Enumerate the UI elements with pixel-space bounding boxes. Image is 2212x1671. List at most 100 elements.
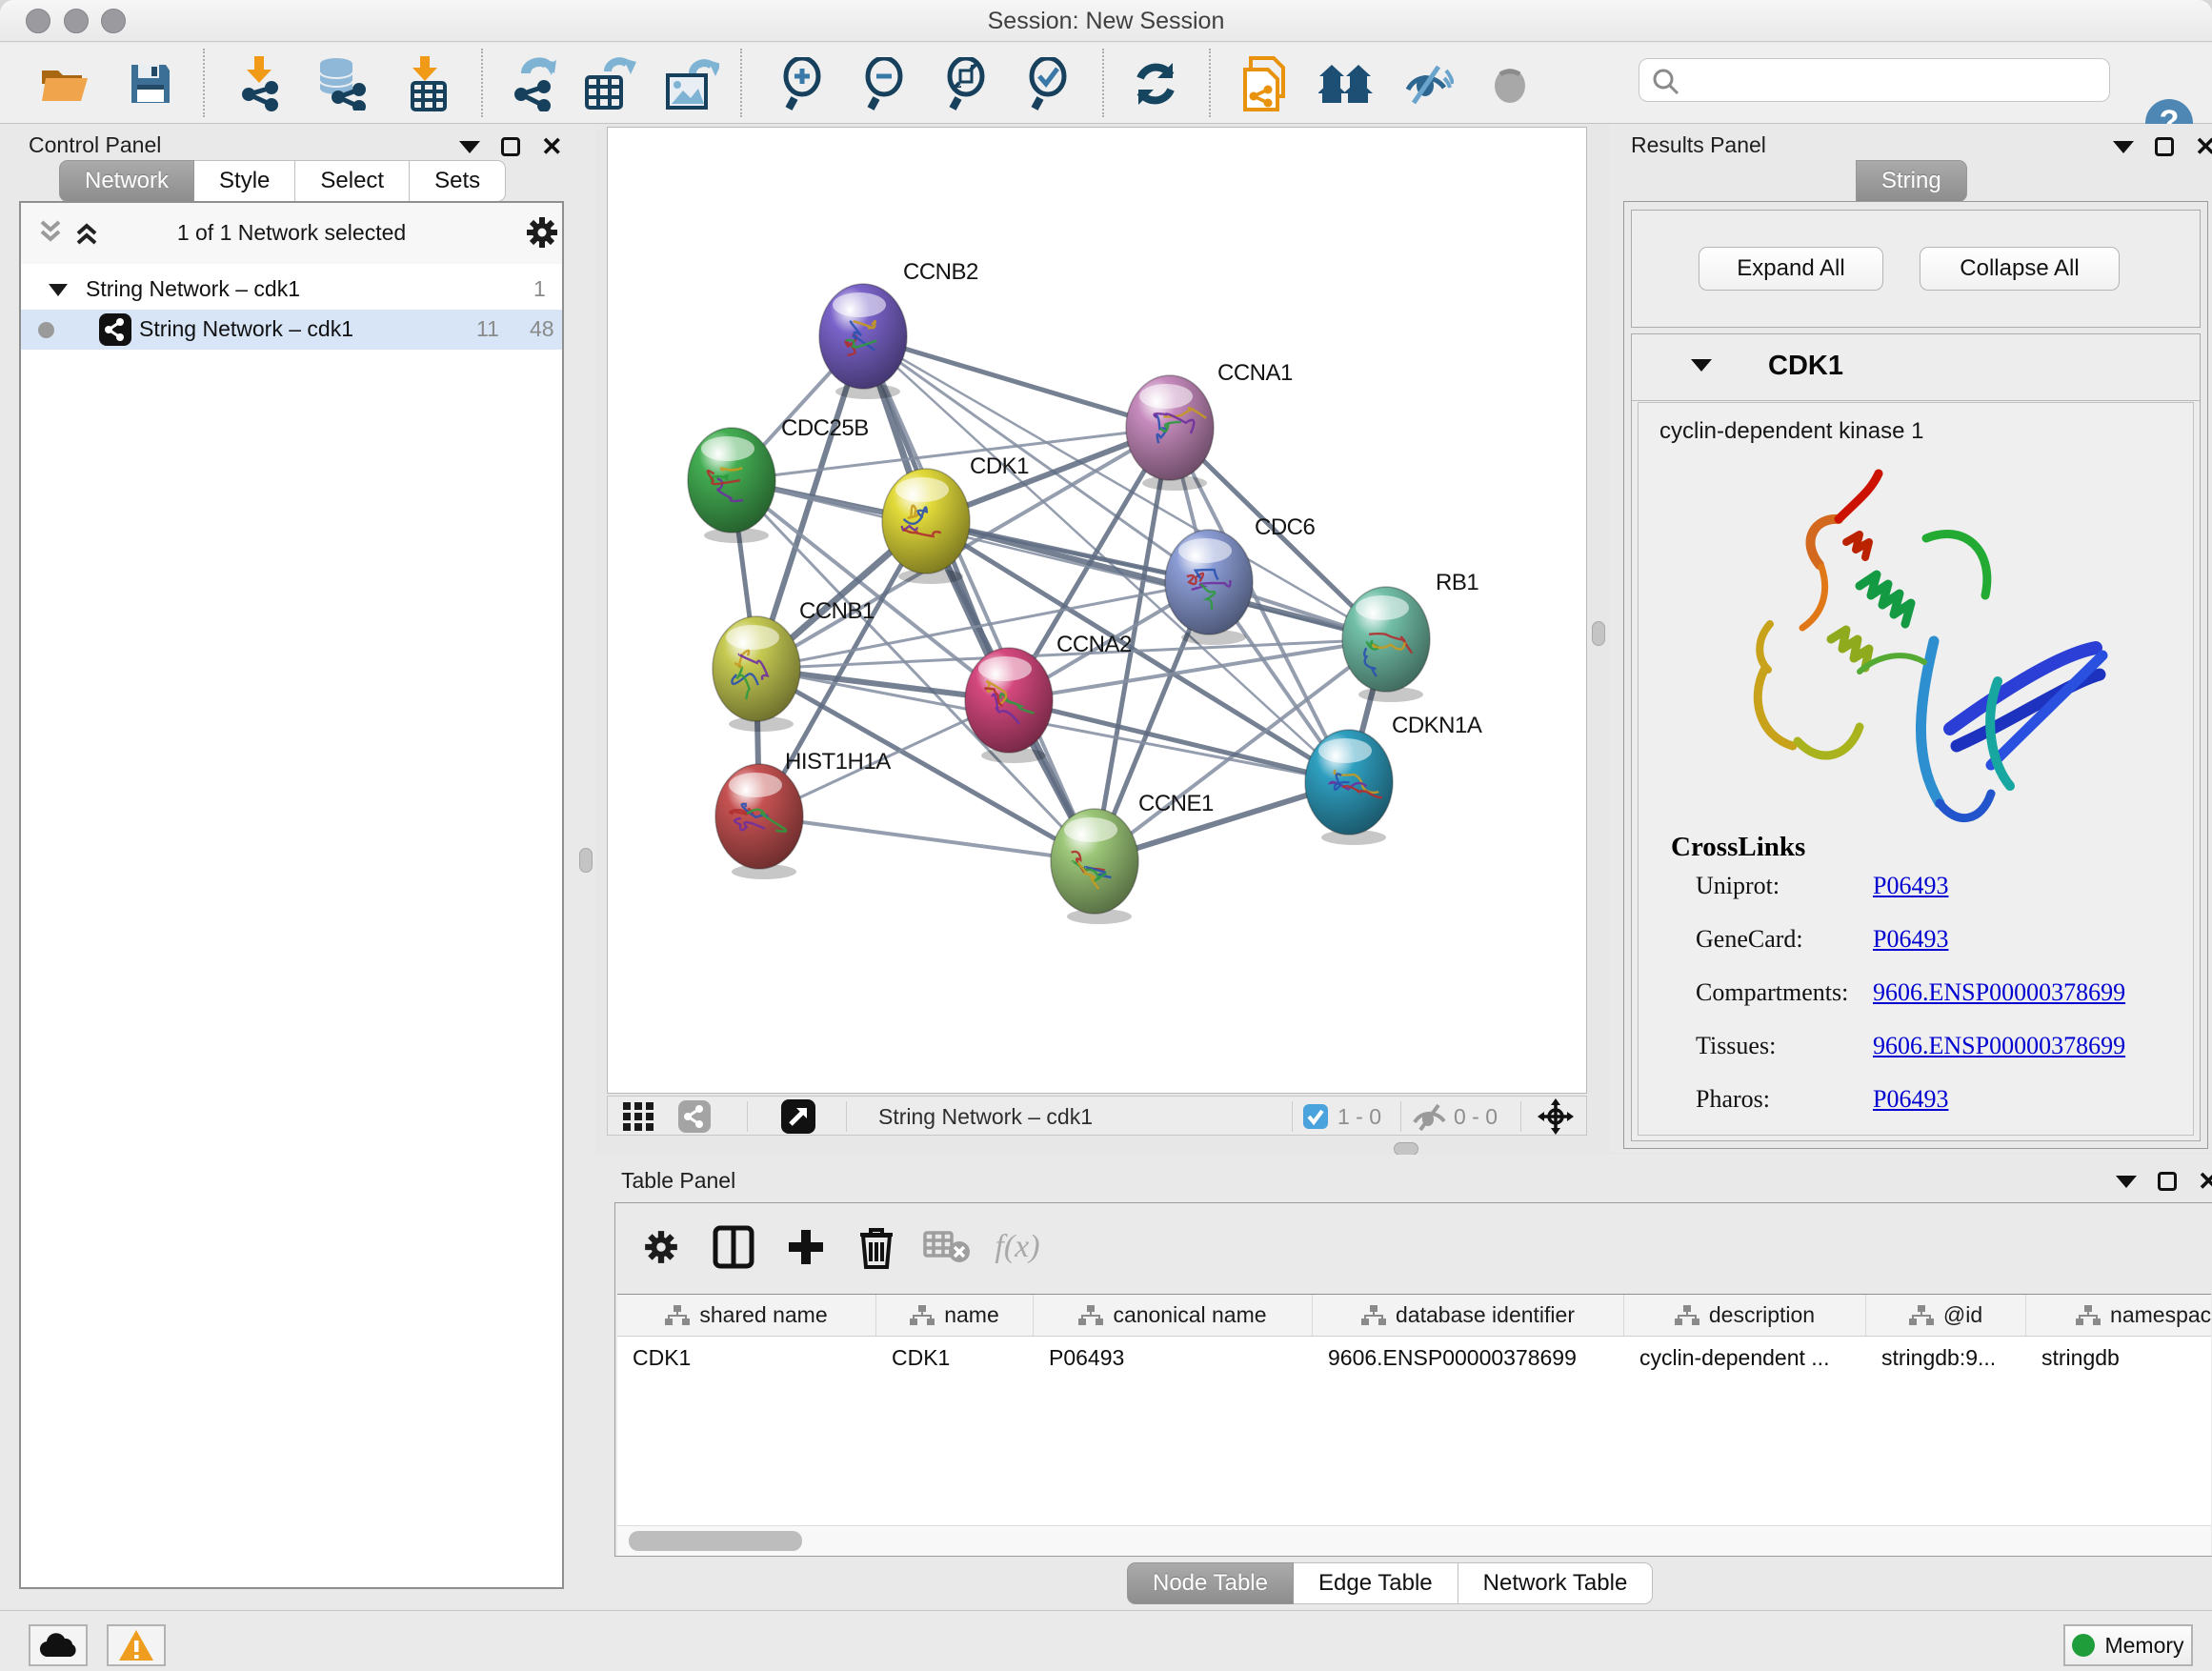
tab-string[interactable]: String <box>1856 160 1967 202</box>
save-session-icon[interactable] <box>120 56 181 111</box>
tab-network[interactable]: Network <box>59 160 194 202</box>
network-node-HIST1H1A[interactable]: HIST1H1A <box>715 749 891 879</box>
open-session-icon[interactable] <box>34 56 95 111</box>
column-header-shared-name[interactable]: shared name <box>617 1295 876 1336</box>
delete-table-icon[interactable] <box>918 1218 975 1276</box>
tab-edge-table[interactable]: Edge Table <box>1294 1562 1458 1604</box>
memory-label: Memory <box>2104 1633 2183 1659</box>
column-header-description[interactable]: description <box>1624 1295 1866 1336</box>
gear-icon[interactable] <box>633 1218 690 1276</box>
network-edge[interactable] <box>926 521 1386 639</box>
network-edge[interactable] <box>863 336 1170 428</box>
network-node-CCNB2[interactable]: CCNB2 <box>819 259 978 399</box>
search-input[interactable] <box>1691 63 2101 97</box>
zoom-selected-icon[interactable] <box>1018 56 1079 111</box>
node-label: CCNA2 <box>1056 632 1132 657</box>
table-cell[interactable]: stringdb:9... <box>1866 1337 2026 1379</box>
eye-slash-icon[interactable] <box>1412 1103 1448 1132</box>
import-network-file-icon[interactable] <box>229 56 290 111</box>
network-node-RB1[interactable]: RB1 <box>1342 570 1478 702</box>
column-header--id[interactable]: @id <box>1866 1295 2026 1336</box>
birdseye-icon[interactable] <box>781 1099 815 1134</box>
results-panel-title: Results Panel <box>1631 132 1766 158</box>
crosslink-link[interactable]: 9606.ENSP00000378699 <box>1873 978 2125 1007</box>
splitter-handle[interactable] <box>579 848 593 873</box>
panel-close-icon[interactable]: ✕ <box>2195 137 2212 156</box>
gene-panel-header[interactable]: CDK1 <box>1632 334 2200 401</box>
grid-icon[interactable] <box>623 1102 663 1131</box>
network-row[interactable]: String Network – cdk1 11 48 <box>21 310 562 350</box>
column-header-namespace[interactable]: namespace <box>2026 1295 2211 1336</box>
network-view[interactable]: CCNB2CCNA1CDC25BCDK1CDC6RB1CCNB1CCNA2CDK… <box>607 127 1587 1094</box>
table-cell[interactable]: CDK1 <box>876 1337 1034 1379</box>
table-cell[interactable]: stringdb <box>2026 1337 2211 1379</box>
panel-menu-icon[interactable] <box>2116 1176 2137 1188</box>
tab-select[interactable]: Select <box>295 160 410 202</box>
splitter-handle[interactable] <box>1592 621 1605 646</box>
network-node-CDC25B[interactable]: CDC25B <box>688 415 869 543</box>
eye-icon[interactable] <box>1479 56 1540 111</box>
table-cell[interactable]: cyclin-dependent ... <box>1624 1337 1866 1379</box>
import-network-database-icon[interactable] <box>311 56 372 111</box>
panel-close-icon[interactable]: ✕ <box>541 137 563 156</box>
crosslink-link[interactable]: 9606.ENSP00000378699 <box>1873 1032 2125 1060</box>
panel-float-icon[interactable] <box>501 137 520 156</box>
panel-menu-icon[interactable] <box>2113 141 2134 153</box>
export-table-icon[interactable] <box>579 56 640 111</box>
network-list-toolbar: 1 of 1 Network selected <box>21 203 562 264</box>
panel-menu-icon[interactable] <box>459 141 480 153</box>
zoom-out-icon[interactable] <box>855 56 915 111</box>
panel-float-icon[interactable] <box>2158 1172 2177 1191</box>
table-cell[interactable]: P06493 <box>1034 1337 1313 1379</box>
zoom-in-icon[interactable] <box>773 56 834 111</box>
crosslink-link[interactable]: P06493 <box>1873 872 1948 900</box>
network-node-CCNE1[interactable]: CCNE1 <box>1051 791 1214 924</box>
table-body: CDK1CDK1P064939606.ENSP00000378699cyclin… <box>617 1337 2211 1379</box>
network-edge[interactable] <box>759 816 1095 861</box>
eye-slash-icon[interactable] <box>1398 56 1458 111</box>
tab-node-table[interactable]: Node Table <box>1127 1562 1294 1604</box>
warning-button[interactable] <box>107 1624 166 1666</box>
network-node-CCNA1[interactable]: CCNA1 <box>1126 360 1293 491</box>
add-icon[interactable] <box>777 1218 835 1276</box>
export-network-icon[interactable] <box>505 56 566 111</box>
houses-icon[interactable] <box>1316 56 1377 111</box>
share-icon[interactable] <box>678 1100 711 1133</box>
node-label: CDKN1A <box>1392 713 1482 738</box>
gear-icon[interactable] <box>524 214 560 251</box>
network-collection-row[interactable]: String Network – cdk1 1 <box>21 270 562 310</box>
panel-close-icon[interactable]: ✕ <box>2198 1172 2212 1191</box>
panel-float-icon[interactable] <box>2155 137 2174 156</box>
crosslink-link[interactable]: P06493 <box>1873 1085 1948 1114</box>
checkbox-icon[interactable] <box>1303 1104 1328 1129</box>
splitter-handle[interactable] <box>1394 1142 1418 1156</box>
expand-all-button[interactable]: Expand All <box>1699 247 1883 291</box>
table-row[interactable]: CDK1CDK1P064939606.ENSP00000378699cyclin… <box>617 1337 2211 1379</box>
collapse-arrow-icon[interactable] <box>1691 359 1712 372</box>
network-node-CDKN1A[interactable]: CDKN1A <box>1305 713 1482 845</box>
column-header-canonical-name[interactable]: canonical name <box>1034 1295 1313 1336</box>
tab-network-table[interactable]: Network Table <box>1458 1562 1654 1604</box>
table-cell[interactable]: CDK1 <box>617 1337 876 1379</box>
column-header-name[interactable]: name <box>876 1295 1034 1336</box>
memory-button[interactable]: Memory <box>2063 1624 2193 1666</box>
move-crosshair-icon[interactable] <box>1538 1098 1574 1135</box>
horizontal-scrollbar[interactable] <box>617 1525 2211 1556</box>
table-cell[interactable]: 9606.ENSP00000378699 <box>1313 1337 1624 1379</box>
crosslink-link[interactable]: P06493 <box>1873 925 1948 954</box>
cloud-button[interactable] <box>29 1624 88 1666</box>
collapse-all-button[interactable]: Collapse All <box>1920 247 2120 291</box>
columns-icon[interactable] <box>705 1218 762 1276</box>
network-edge[interactable] <box>863 336 1095 861</box>
tab-sets[interactable]: Sets <box>410 160 506 202</box>
import-table-icon[interactable] <box>396 56 457 111</box>
tab-style[interactable]: Style <box>194 160 295 202</box>
trash-icon[interactable] <box>848 1218 905 1276</box>
zoom-fit-icon[interactable] <box>936 56 997 111</box>
export-image-icon[interactable] <box>661 56 722 111</box>
column-header-database-identifier[interactable]: database identifier <box>1313 1295 1624 1336</box>
scrollbar-thumb[interactable] <box>629 1531 802 1551</box>
network-document-icon[interactable] <box>1234 56 1295 111</box>
refresh-icon[interactable] <box>1125 56 1186 111</box>
tree-expand-icon[interactable] <box>48 281 69 298</box>
